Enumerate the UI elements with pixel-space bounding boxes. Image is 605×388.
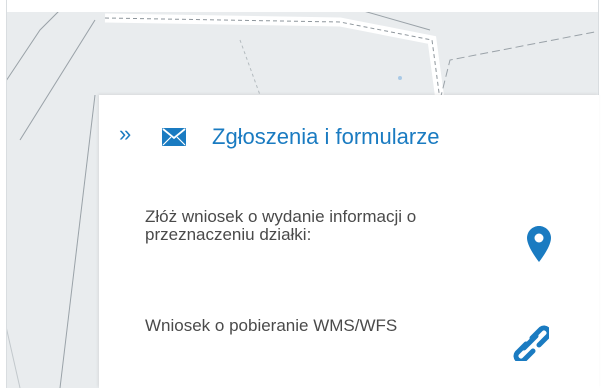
envelope-icon: [162, 128, 186, 146]
panel-header: » Zgłoszenia i formularze: [99, 95, 599, 179]
collapse-chevron-icon[interactable]: »: [119, 121, 141, 147]
forms-panel: » Zgłoszenia i formularze Złóż wniosek o…: [99, 95, 599, 388]
link-icon[interactable]: [509, 321, 549, 361]
map-right-frame: [598, 0, 605, 388]
panel-title: Zgłoszenia i formularze: [212, 124, 440, 149]
list-item-wms-wfs-request: Wniosek o pobieranie WMS/WFS: [99, 317, 599, 377]
wms-wfs-request-label: Wniosek o pobieranie WMS/WFS: [145, 316, 398, 335]
list-item-land-use-request: Złóż wniosek o wydanie informacji o prze…: [99, 208, 599, 288]
map-top-frame: [0, 0, 605, 12]
land-use-request-label: Złóż wniosek o wydanie informacji o prze…: [145, 207, 417, 244]
map-left-frame: [0, 0, 7, 388]
map-pin-icon[interactable]: [527, 226, 551, 262]
